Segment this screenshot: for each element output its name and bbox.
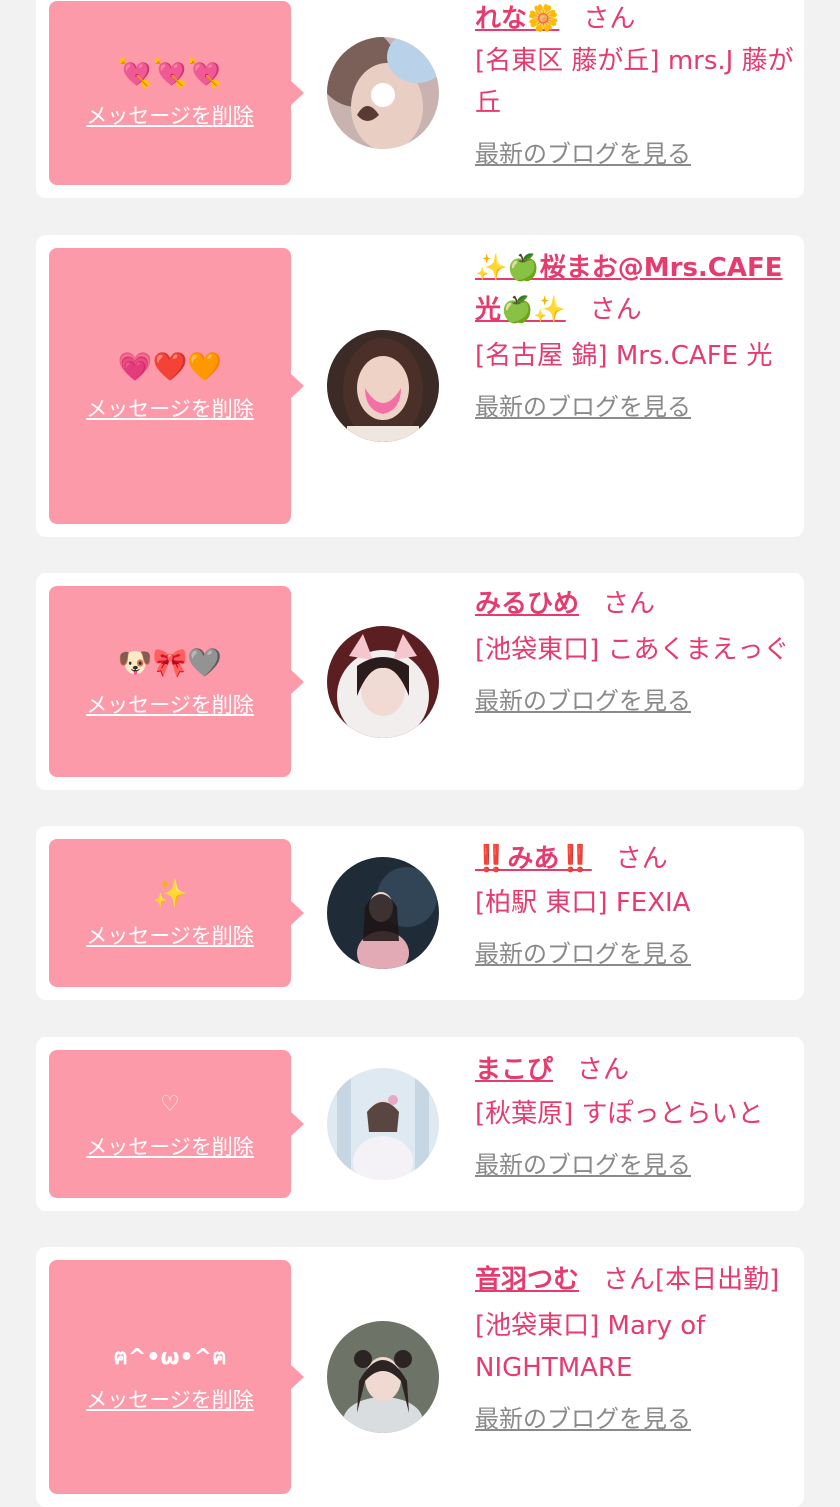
message-box: 💗❤️🧡 メッセージを削除	[49, 248, 304, 524]
delete-message-link[interactable]: メッセージを削除	[86, 689, 254, 719]
delete-message-link[interactable]: メッセージを削除	[86, 920, 254, 950]
favorites-list: 💘💘💘 メッセージを削除 れな🌼 さん [名東区 藤が丘] mrs.J 藤が丘 最…	[0, 0, 840, 1507]
message-emoji: 💗❤️🧡	[117, 350, 223, 383]
girl-name-link[interactable]: まこぴ	[475, 1055, 553, 1085]
message-box: ฅ^•ω•^ฅ メッセージを削除	[49, 1260, 304, 1494]
avatar[interactable]	[327, 1068, 439, 1180]
shop-text: [名古屋 錦] Mrs.CAFE 光	[475, 341, 773, 371]
girl-name-link[interactable]: みるひめ	[475, 589, 579, 619]
message-emoji: 💘💘💘	[117, 57, 223, 90]
message-box: 🐶🎀🩶 メッセージを削除	[49, 586, 304, 777]
delete-message-link[interactable]: メッセージを削除	[86, 100, 254, 130]
honorific: さん	[577, 1055, 630, 1085]
message-box: ♡ メッセージを削除	[49, 1050, 304, 1198]
avatar[interactable]	[327, 625, 439, 738]
girl-name-link[interactable]: れな🌼	[475, 4, 559, 34]
shop-text: [池袋東口] こあくまえっぐ	[475, 635, 790, 665]
message-box: 💘💘💘 メッセージを削除	[49, 1, 304, 185]
delete-message-link[interactable]: メッセージを削除	[86, 1131, 254, 1161]
shop-text: [池袋東口] Mary of NIGHTMARE	[475, 1311, 706, 1383]
avatar[interactable]	[327, 37, 439, 149]
latest-blog-link[interactable]: 最新のブログを見る	[475, 134, 691, 169]
list-item: 🐶🎀🩶 メッセージを削除 みるひめ さん [池袋東口] こあくまえっぐ 最新のブロ…	[36, 573, 804, 790]
list-item: 💗❤️🧡 メッセージを削除 ✨🍏桜まお@Mrs.CAFE光🍏✨ さん [名古屋 錦…	[36, 235, 804, 537]
avatar[interactable]	[327, 1321, 439, 1433]
delete-message-link[interactable]: メッセージを削除	[86, 393, 254, 423]
message-emoji: ฅ^•ω•^ฅ	[113, 1345, 227, 1370]
shop-text: [秋葉原] すぽっとらいと	[475, 1099, 764, 1129]
shop-text: [柏駅 東口] FEXIA	[475, 888, 691, 918]
honorific: さん	[603, 589, 656, 619]
list-item: ♡ メッセージを削除 まこぴ さん [秋葉原] すぽっとらいと 最新のブログを見る	[36, 1037, 804, 1211]
honorific: さん	[589, 295, 642, 325]
list-item: ✨ メッセージを削除 ‼️みあ‼️ さん [柏駅 東口] FEXIA 最新のブログ…	[36, 826, 804, 1000]
latest-blog-link[interactable]: 最新のブログを見る	[475, 934, 691, 969]
latest-blog-link[interactable]: 最新のブログを見る	[475, 1145, 691, 1180]
avatar[interactable]	[327, 857, 439, 969]
message-emoji: ✨	[152, 877, 188, 910]
girl-name-link[interactable]: 音羽つむ	[475, 1265, 579, 1295]
girl-name-link[interactable]: ‼️みあ‼️	[475, 844, 592, 874]
message-emoji: 🐶🎀🩶	[117, 645, 223, 679]
latest-blog-link[interactable]: 最新のブログを見る	[475, 1399, 691, 1434]
list-item: 💘💘💘 メッセージを削除 れな🌼 さん [名東区 藤が丘] mrs.J 藤が丘 最…	[36, 0, 804, 198]
attendance-status: [本日出勤]	[655, 1265, 780, 1295]
honorific: さん	[583, 4, 636, 34]
delete-message-link[interactable]: メッセージを削除	[86, 1384, 254, 1414]
avatar[interactable]	[327, 330, 439, 442]
honorific: さん	[603, 1265, 656, 1295]
shop-text: [名東区 藤が丘] mrs.J 藤が丘	[475, 46, 794, 118]
latest-blog-link[interactable]: 最新のブログを見る	[475, 387, 691, 422]
honorific: さん	[615, 844, 668, 874]
list-item: ฅ^•ω•^ฅ メッセージを削除 音羽つむ さん[本日出勤] [池袋東口] Mar…	[36, 1247, 804, 1507]
message-box: ✨ メッセージを削除	[49, 839, 304, 987]
message-emoji: ♡	[160, 1092, 180, 1117]
latest-blog-link[interactable]: 最新のブログを見る	[475, 681, 691, 716]
